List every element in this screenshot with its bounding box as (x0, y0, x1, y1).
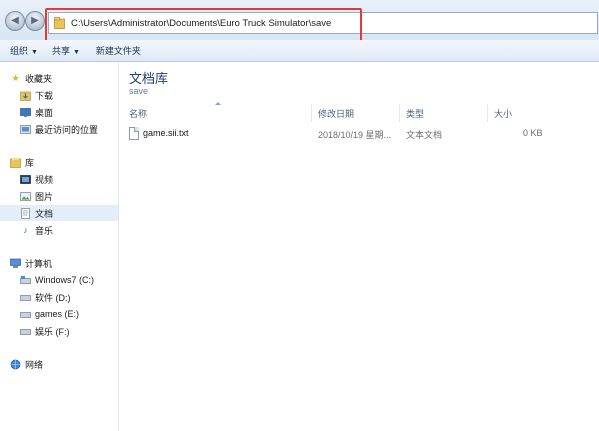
sidebar-item-videos[interactable]: 视频 (0, 171, 118, 187)
picture-icon (20, 191, 31, 202)
column-header-size[interactable]: 大小 (488, 104, 548, 122)
sidebar-item-label: 音乐 (35, 225, 54, 236)
chevron-down-icon: ▼ (72, 49, 80, 56)
address-bar-row: ◀ ▶ C:\Users\Administrator\Documents\Eur… (0, 0, 599, 44)
sidebar-group-label: 网络 (25, 359, 44, 370)
sidebar-group-label: 收藏夹 (25, 73, 53, 84)
sidebar-item-label: 图片 (35, 191, 54, 202)
documents-icon (20, 207, 31, 219)
download-folder-icon (20, 90, 31, 101)
drive-icon (20, 292, 31, 303)
sidebar-group-favorites[interactable]: ★ 收藏夹 (0, 70, 118, 86)
command-toolbar: 组织 ▼ 共享 ▼ 新建文件夹 (0, 40, 599, 62)
sidebar-group-computer[interactable]: 计算机 (0, 255, 118, 271)
sidebar-item-label: 娱乐 (F:) (35, 326, 70, 337)
system-drive-icon (20, 275, 31, 286)
file-date: 2018/10/19 星期... (318, 130, 392, 140)
sidebar-item-label: 下载 (35, 90, 54, 101)
library-icon (10, 157, 21, 168)
sidebar-item-label: Windows7 (C:) (35, 275, 95, 285)
sidebar-item-drive-f[interactable]: 娱乐 (F:) (0, 323, 118, 339)
file-name: game.sii.txt (143, 128, 189, 138)
star-icon: ★ (11, 72, 20, 83)
column-header-type[interactable]: 类型 (400, 104, 488, 122)
recent-places-icon (20, 124, 31, 135)
sidebar-item-music[interactable]: ♪ 音乐 (0, 222, 118, 238)
network-icon (10, 359, 21, 370)
back-button[interactable]: ◀ (5, 11, 25, 31)
music-icon: ♪ (23, 225, 28, 235)
drive-icon (20, 326, 31, 337)
organize-button[interactable]: 组织 ▼ (10, 44, 38, 57)
sidebar-item-label: 视频 (35, 174, 54, 185)
forward-arrow-icon: ▶ (31, 15, 39, 26)
sidebar-group-label: 库 (25, 157, 35, 168)
sidebar-item-downloads[interactable]: 下载 (0, 87, 118, 103)
sidebar-item-drive-d[interactable]: 软件 (D:) (0, 289, 118, 305)
share-label: 共享 (51, 46, 70, 56)
sidebar-item-label: 最近访问的位置 (35, 124, 99, 135)
sidebar-item-label: 桌面 (35, 107, 54, 118)
sidebar-item-label: 文档 (35, 208, 54, 219)
drive-icon (20, 309, 31, 320)
video-icon (20, 174, 31, 185)
organize-label: 组织 (10, 46, 29, 56)
computer-icon (10, 258, 21, 269)
content-pane: 文档库 save 名称 修改日期 类型 大小 game.sii.txt 2018… (119, 62, 599, 431)
sidebar-item-label: 软件 (D:) (35, 292, 71, 303)
back-arrow-icon: ◀ (11, 15, 19, 26)
chevron-down-icon: ▼ (31, 49, 38, 56)
file-row[interactable]: game.sii.txt 2018/10/19 星期... 文本文档 0 KB (119, 126, 599, 142)
sidebar-item-label: games (E:) (35, 309, 80, 319)
address-highlight-box (45, 8, 362, 44)
column-header-date[interactable]: 修改日期 (312, 104, 400, 122)
column-header-name[interactable]: 名称 (119, 104, 312, 122)
file-size: 0 KB (523, 128, 543, 138)
sidebar-group-libraries[interactable]: 库 (0, 154, 118, 170)
sidebar-item-documents[interactable]: 文档 (0, 205, 118, 221)
library-title: 文档库 (129, 71, 169, 86)
sidebar-group-label: 计算机 (25, 258, 53, 269)
share-button[interactable]: 共享 ▼ (52, 44, 80, 57)
sidebar-item-pictures[interactable]: 图片 (0, 188, 118, 204)
sidebar-item-drive-e[interactable]: games (E:) (0, 306, 118, 322)
text-file-icon (129, 127, 139, 140)
library-subtitle: save (129, 86, 149, 96)
desktop-icon (20, 107, 31, 118)
sidebar-group-network[interactable]: 网络 (0, 356, 118, 372)
new-folder-button[interactable]: 新建文件夹 (96, 44, 141, 57)
sidebar-item-recent-places[interactable]: 最近访问的位置 (0, 121, 118, 137)
navigation-pane: ★ 收藏夹 下载 桌面 最近访问的位置 库 视频 图片 文档 ♪ 音乐 计算机 … (0, 62, 119, 431)
sidebar-item-desktop[interactable]: 桌面 (0, 104, 118, 120)
file-type: 文本文档 (406, 130, 443, 140)
forward-button[interactable]: ▶ (25, 11, 45, 31)
sidebar-item-drive-c[interactable]: Windows7 (C:) (0, 272, 118, 288)
